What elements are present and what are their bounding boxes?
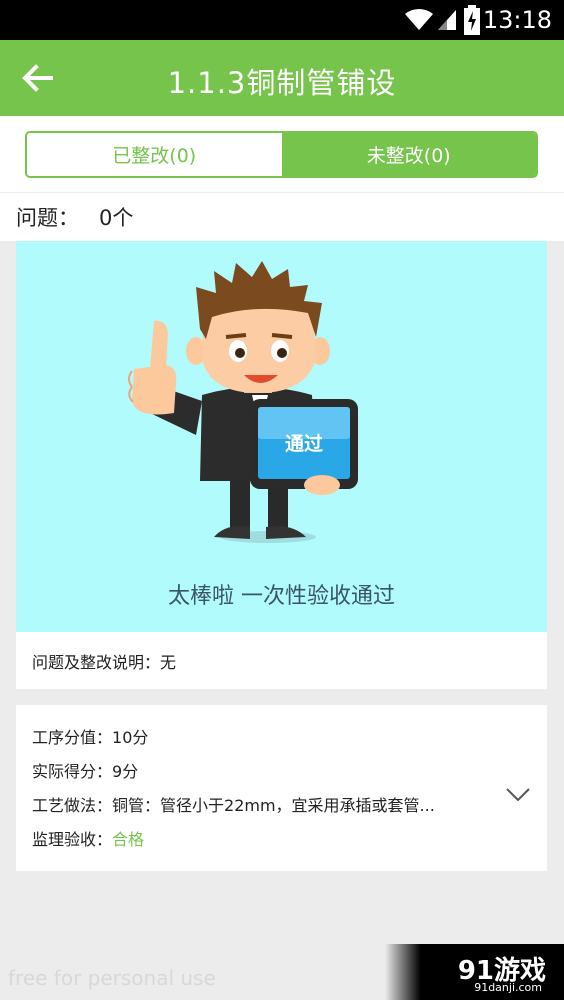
score-value: 10分 <box>112 728 149 747</box>
supervision-label: 监理验收： <box>32 830 113 849</box>
chevron-down-icon[interactable] <box>505 787 531 803</box>
site-logo: 91游戏 91danji.com <box>385 944 564 1000</box>
actual-score-row: 实际得分：9分 <box>32 755 531 789</box>
explanation-label: 问题及整改说明： <box>32 652 161 672</box>
score-label: 工序分值： <box>32 728 113 747</box>
battery-charging-icon <box>464 5 480 35</box>
tab-unrectified[interactable]: 未整改(0) <box>281 133 536 176</box>
issue-count: 0个 <box>99 206 134 230</box>
pass-message: 太棒啦 一次性验收通过 <box>168 584 395 609</box>
logo-site: 91danji.com <box>474 981 542 994</box>
actual-score-value: 9分 <box>112 762 139 781</box>
rectification-explanation: 问题及整改说明： 无 <box>16 632 547 689</box>
app-bar: 1.1.3铜制管铺设 <box>0 40 564 116</box>
pass-illustration-card: 通过 <box>16 241 547 632</box>
process-details-card: 工序分值：10分 实际得分：9分 工艺做法：铜管：管径小于22mm，宜采用承插或… <box>16 705 547 871</box>
method-label: 工艺做法： <box>32 796 113 815</box>
segmented-control: 已整改(0) 未整改(0) <box>25 131 538 178</box>
status-time: 13:18 <box>482 6 552 34</box>
issue-label: 问题： <box>16 206 79 230</box>
tab-bar: 已整改(0) 未整改(0) <box>0 116 564 192</box>
wifi-icon <box>405 8 433 31</box>
issue-count-bar: 问题： 0个 <box>0 193 564 241</box>
actual-score-label: 实际得分： <box>32 762 113 781</box>
status-bar: 13:18 <box>0 0 564 40</box>
signal-icon <box>438 10 456 30</box>
watermark-text: free for personal use <box>8 966 216 990</box>
explanation-value: 无 <box>160 652 177 672</box>
supervision-row: 监理验收：合格 <box>32 823 531 857</box>
method-row[interactable]: 工艺做法：铜管：管径小于22mm，宜采用承插或套管... <box>32 789 531 823</box>
method-value: 铜管：管径小于22mm，宜采用承插或套管... <box>112 796 435 815</box>
pass-badge: 通过 <box>284 433 323 455</box>
score-row: 工序分值：10分 <box>32 721 531 755</box>
supervision-value: 合格 <box>112 830 145 849</box>
page-title: 1.1.3铜制管铺设 <box>167 66 397 100</box>
tab-rectified[interactable]: 已整改(0) <box>27 133 282 176</box>
